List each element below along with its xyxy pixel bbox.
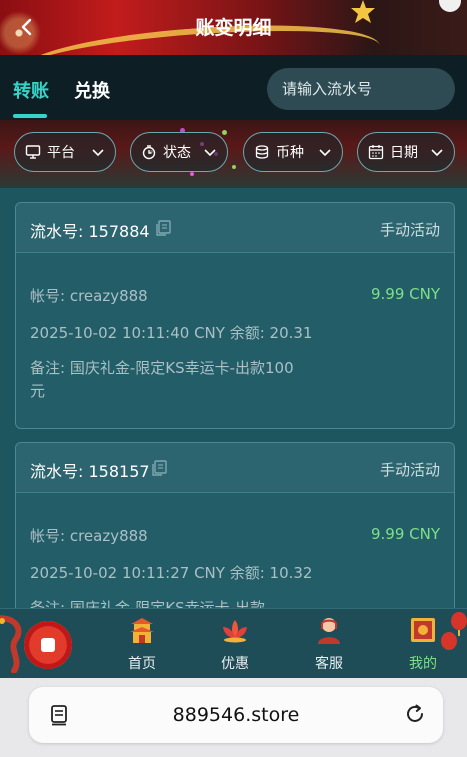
remark-text: 备注: 国庆礼金-限定KS幸运卡-出款100元 [30, 359, 294, 400]
filter-row: 平台 状态 币种 日期 [0, 120, 467, 188]
home-pagoda-icon [130, 618, 154, 643]
url-text: 889546.store [172, 704, 300, 726]
corner-decoration [439, 0, 461, 12]
account-text: 帐号: creazy888 [30, 287, 148, 305]
remark-text: 备注: 国庆礼金-限定KS幸运卡-出款 [30, 599, 266, 608]
bottom-nav: 首页 优惠 客服 我的 [0, 608, 467, 678]
search-input[interactable] [267, 68, 455, 110]
copy-icon[interactable] [150, 459, 168, 477]
datetime-balance-text: 2025-10-02 10:11:27 CNY 余额: 10.32 [30, 564, 313, 582]
amount-text: 9.99 CNY [370, 285, 440, 303]
filter-platform[interactable]: 平台 [14, 132, 116, 172]
record-card-header: 流水号: 157884 手动活动 [16, 203, 454, 253]
record-card-header: 流水号: 158157 手动活动 [16, 443, 454, 493]
record-card[interactable]: 流水号: 157884 手动活动 帐号: creazy888 9.99 CNY … [15, 202, 455, 429]
filter-status[interactable]: 状态 [130, 132, 228, 172]
coin-stack-icon [255, 145, 269, 159]
chevron-down-icon [319, 149, 331, 157]
record-type: 手动活动 [379, 461, 440, 479]
badge-square-icon [41, 638, 55, 652]
chevron-down-icon [431, 149, 443, 157]
nav-support[interactable]: 客服 [299, 615, 359, 673]
nav-home[interactable]: 首页 [112, 615, 172, 673]
record-type: 手动活动 [379, 221, 440, 239]
chevron-down-icon [204, 149, 216, 157]
support-agent-icon [318, 618, 340, 644]
datetime-balance-text: 2025-10-02 10:11:40 CNY 余额: 20.31 [30, 324, 313, 342]
nav-promo[interactable]: 优惠 [205, 615, 265, 673]
profile-frame-icon [411, 618, 435, 642]
sparkle-decoration [222, 130, 227, 135]
tab-exchange[interactable]: 兑换 [74, 77, 110, 103]
copy-icon[interactable] [154, 219, 172, 237]
center-badge-button[interactable] [24, 621, 72, 669]
address-bar[interactable]: 889546.store [29, 687, 443, 743]
calendar-icon [368, 145, 384, 160]
filter-status-label: 状态 [163, 145, 191, 161]
tab-bar: 转账 兑换 [0, 55, 467, 120]
lantern-decoration [441, 612, 467, 650]
sparkle-decoration [190, 172, 194, 176]
chevron-down-icon [92, 149, 104, 157]
account-text: 帐号: creazy888 [30, 527, 148, 545]
nav-home-label: 首页 [128, 656, 156, 672]
page-title: 账变明细 [195, 17, 272, 39]
nav-support-label: 客服 [315, 656, 343, 672]
status-icon [142, 145, 156, 160]
record-list: 流水号: 157884 手动活动 帐号: creazy888 9.99 CNY … [0, 188, 467, 608]
filter-currency-label: 币种 [276, 145, 304, 161]
filter-platform-label: 平台 [47, 145, 75, 161]
search-box [267, 68, 455, 110]
serial-number: 流水号: 157884 [30, 222, 150, 241]
filter-date[interactable]: 日期 [357, 132, 455, 172]
browser-bar: 889546.store [0, 678, 467, 757]
nav-promo-label: 优惠 [221, 656, 249, 672]
filter-date-label: 日期 [390, 145, 418, 161]
star-icon [351, 0, 375, 23]
reload-icon[interactable] [403, 702, 427, 726]
lotus-promo-icon [223, 620, 247, 643]
header-bar: 账变明细 [0, 0, 467, 55]
amount-text: 9.99 CNY [370, 525, 440, 543]
monitor-icon [25, 145, 41, 159]
record-card[interactable]: 流水号: 158157 手动活动 帐号: creazy888 9.99 CNY … [15, 442, 455, 608]
tab-transfer[interactable]: 转账 [13, 77, 49, 103]
filter-currency[interactable]: 币种 [243, 132, 343, 172]
serial-number: 流水号: 158157 [30, 462, 150, 481]
active-tab-indicator [13, 114, 47, 118]
sparkle-decoration [232, 165, 236, 169]
